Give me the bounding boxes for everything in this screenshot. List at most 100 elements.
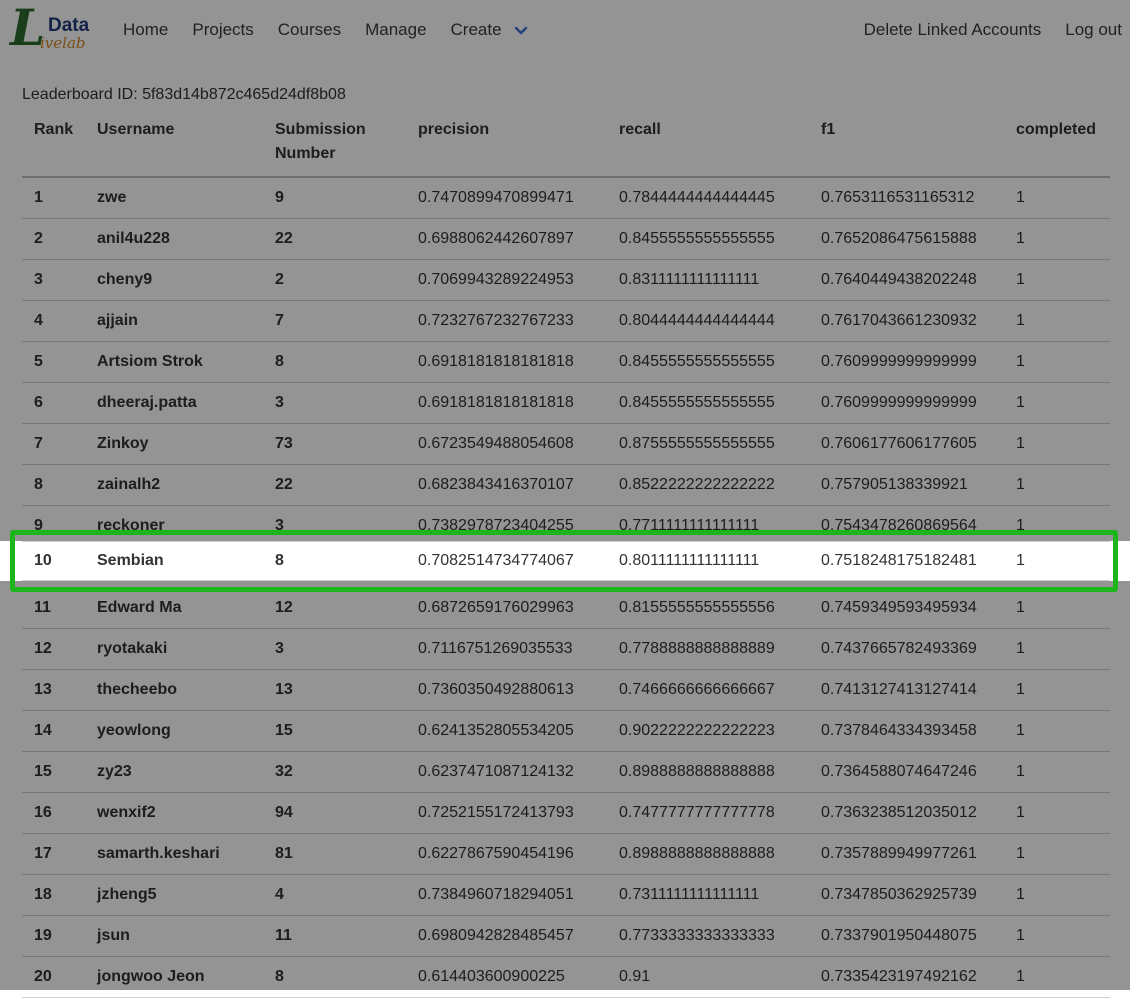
col-recall[interactable]: recall	[607, 112, 809, 178]
cell-completed: 1	[1004, 464, 1110, 506]
cell-username: thecheebo	[85, 669, 263, 711]
cell-username: Edward Ma	[85, 587, 263, 629]
table-row: 19 jsun 11 0.6980942828485457 0.773333333333…	[22, 915, 1110, 957]
cell-precision: 0.6723549488054608	[406, 423, 607, 465]
cell-completed: 1	[1004, 259, 1110, 301]
cell-username: Zinkoy	[85, 423, 263, 465]
cell-completed: 1	[1004, 751, 1110, 793]
cell-f1: 0.7335423197492162	[809, 956, 1004, 998]
cell-precision: 0.6237471087124132	[406, 751, 607, 793]
cell-recall: 0.8455555555555555	[607, 382, 809, 424]
cell-rank: 18	[22, 874, 85, 916]
cell-rank: 1	[22, 177, 85, 219]
nav-home[interactable]: Home	[123, 18, 168, 42]
cell-recall: 0.7733333333333333	[607, 915, 809, 957]
hl-f1: 0.7518248175182481	[821, 552, 977, 569]
cell-f1: 0.7609999999999999	[809, 341, 1004, 383]
hl-precision: 0.7082514734774067	[418, 552, 574, 569]
cell-username: jzheng5	[85, 874, 263, 916]
cell-precision: 0.7116751269035533	[406, 628, 607, 670]
cell-completed: 1	[1004, 874, 1110, 916]
cell-rank: 20	[22, 956, 85, 998]
nav-projects[interactable]: Projects	[192, 18, 253, 42]
cell-submission-number: 12	[263, 587, 406, 629]
table-row: 16 wenxif2 94 0.7252155172413793 0.747777777…	[22, 792, 1110, 834]
table-row: 20 jongwoo Jeon 8 0.614403600900225 0.91 0.73…	[22, 956, 1110, 998]
nav-delete-linked-accounts[interactable]: Delete Linked Accounts	[864, 18, 1042, 42]
cell-f1: 0.7653116531165312	[809, 177, 1004, 219]
leaderboard-body: 1 zwe 9 0.7470899470899471 0.784444444444444…	[22, 177, 1110, 998]
cell-rank: 5	[22, 341, 85, 383]
cell-completed: 1	[1004, 177, 1110, 219]
table-row: 3 cheny9 2 0.7069943289224953 0.831111111111…	[22, 259, 1110, 301]
table-row: 7 Zinkoy 73 0.6723549488054608 0.87555555555…	[22, 423, 1110, 465]
cell-submission-number: 81	[263, 833, 406, 875]
table-row: 12 ryotakaki 3 0.7116751269035533 0.77888888…	[22, 628, 1110, 670]
cell-username: cheny9	[85, 259, 263, 301]
chevron-down-icon	[515, 26, 528, 34]
cell-precision: 0.614403600900225	[406, 956, 607, 998]
cell-completed: 1	[1004, 956, 1110, 998]
cell-rank: 8	[22, 464, 85, 506]
cell-completed: 1	[1004, 382, 1110, 424]
nav-courses[interactable]: Courses	[278, 18, 341, 42]
nav-manage[interactable]: Manage	[365, 18, 426, 42]
col-precision[interactable]: precision	[406, 112, 607, 178]
table-row: 8 zainalh2 22 0.6823843416370107 0.852222222…	[22, 464, 1110, 506]
cell-rank: 19	[22, 915, 85, 957]
cell-precision: 0.6918181818181818	[406, 341, 607, 383]
cell-submission-number: 7	[263, 300, 406, 342]
cell-f1: 0.7347850362925739	[809, 874, 1004, 916]
table-row: 6 dheeraj.patta 3 0.6918181818181818 0.84555…	[22, 382, 1110, 424]
cell-completed: 1	[1004, 300, 1110, 342]
cell-submission-number: 8	[263, 341, 406, 383]
table-row: 14 yeowlong 15 0.6241352805534205 0.90222222…	[22, 710, 1110, 752]
col-submission-number[interactable]: Submission Number	[263, 112, 406, 178]
cell-completed: 1	[1004, 341, 1110, 383]
col-f1[interactable]: f1	[809, 112, 1004, 178]
cell-recall: 0.7477777777777778	[607, 792, 809, 834]
cell-f1: 0.7459349593495934	[809, 587, 1004, 629]
leaderboard-header: Rank Username Submission Number precisio…	[22, 112, 1110, 178]
cell-completed: 1	[1004, 423, 1110, 465]
cell-completed: 1	[1004, 218, 1110, 260]
col-username[interactable]: Username	[85, 112, 263, 178]
cell-submission-number: 4	[263, 874, 406, 916]
col-completed[interactable]: completed	[1004, 112, 1110, 178]
cell-f1: 0.7640449438202248	[809, 259, 1004, 301]
col-rank[interactable]: Rank	[22, 112, 85, 178]
cell-completed: 1	[1004, 710, 1110, 752]
cell-f1: 0.757905138339921	[809, 464, 1004, 506]
cell-f1: 0.7413127413127414	[809, 669, 1004, 711]
cell-recall: 0.7311111111111111	[607, 874, 809, 916]
cell-username: yeowlong	[85, 710, 263, 752]
cell-precision: 0.6227867590454196	[406, 833, 607, 875]
highlighted-row[interactable]: 10 Sembian 8 0.7082514734774067 0.801111…	[22, 541, 1110, 581]
cell-precision: 0.7232767232767233	[406, 300, 607, 342]
cell-precision: 0.7069943289224953	[406, 259, 607, 301]
cell-username: zy23	[85, 751, 263, 793]
cell-submission-number: 32	[263, 751, 406, 793]
cell-rank: 17	[22, 833, 85, 875]
cell-rank: 13	[22, 669, 85, 711]
nav-create-dropdown[interactable]: Create	[451, 18, 529, 42]
hl-recall: 0.8011111111111111	[619, 552, 760, 569]
cell-f1: 0.7357889949977261	[809, 833, 1004, 875]
cell-completed: 1	[1004, 833, 1110, 875]
navbar: L Data ivelab Home Projects Courses Mana…	[0, 0, 1130, 62]
cell-rank: 3	[22, 259, 85, 301]
cell-recall: 0.8044444444444444	[607, 300, 809, 342]
cell-completed: 1	[1004, 587, 1110, 629]
cell-precision: 0.6988062442607897	[406, 218, 607, 260]
cell-f1: 0.7617043661230932	[809, 300, 1004, 342]
cell-precision: 0.6980942828485457	[406, 915, 607, 957]
cell-rank: 2	[22, 218, 85, 260]
datalivelab-logo[interactable]: L Data ivelab	[10, 0, 102, 57]
cell-submission-number: 3	[263, 628, 406, 670]
cell-recall: 0.8455555555555555	[607, 218, 809, 260]
cell-recall: 0.8455555555555555	[607, 341, 809, 383]
cell-precision: 0.6823843416370107	[406, 464, 607, 506]
nav-log-out[interactable]: Log out	[1065, 18, 1122, 42]
cell-submission-number: 2	[263, 259, 406, 301]
table-row: 4 ajjain 7 0.7232767232767233 0.804444444444…	[22, 300, 1110, 342]
